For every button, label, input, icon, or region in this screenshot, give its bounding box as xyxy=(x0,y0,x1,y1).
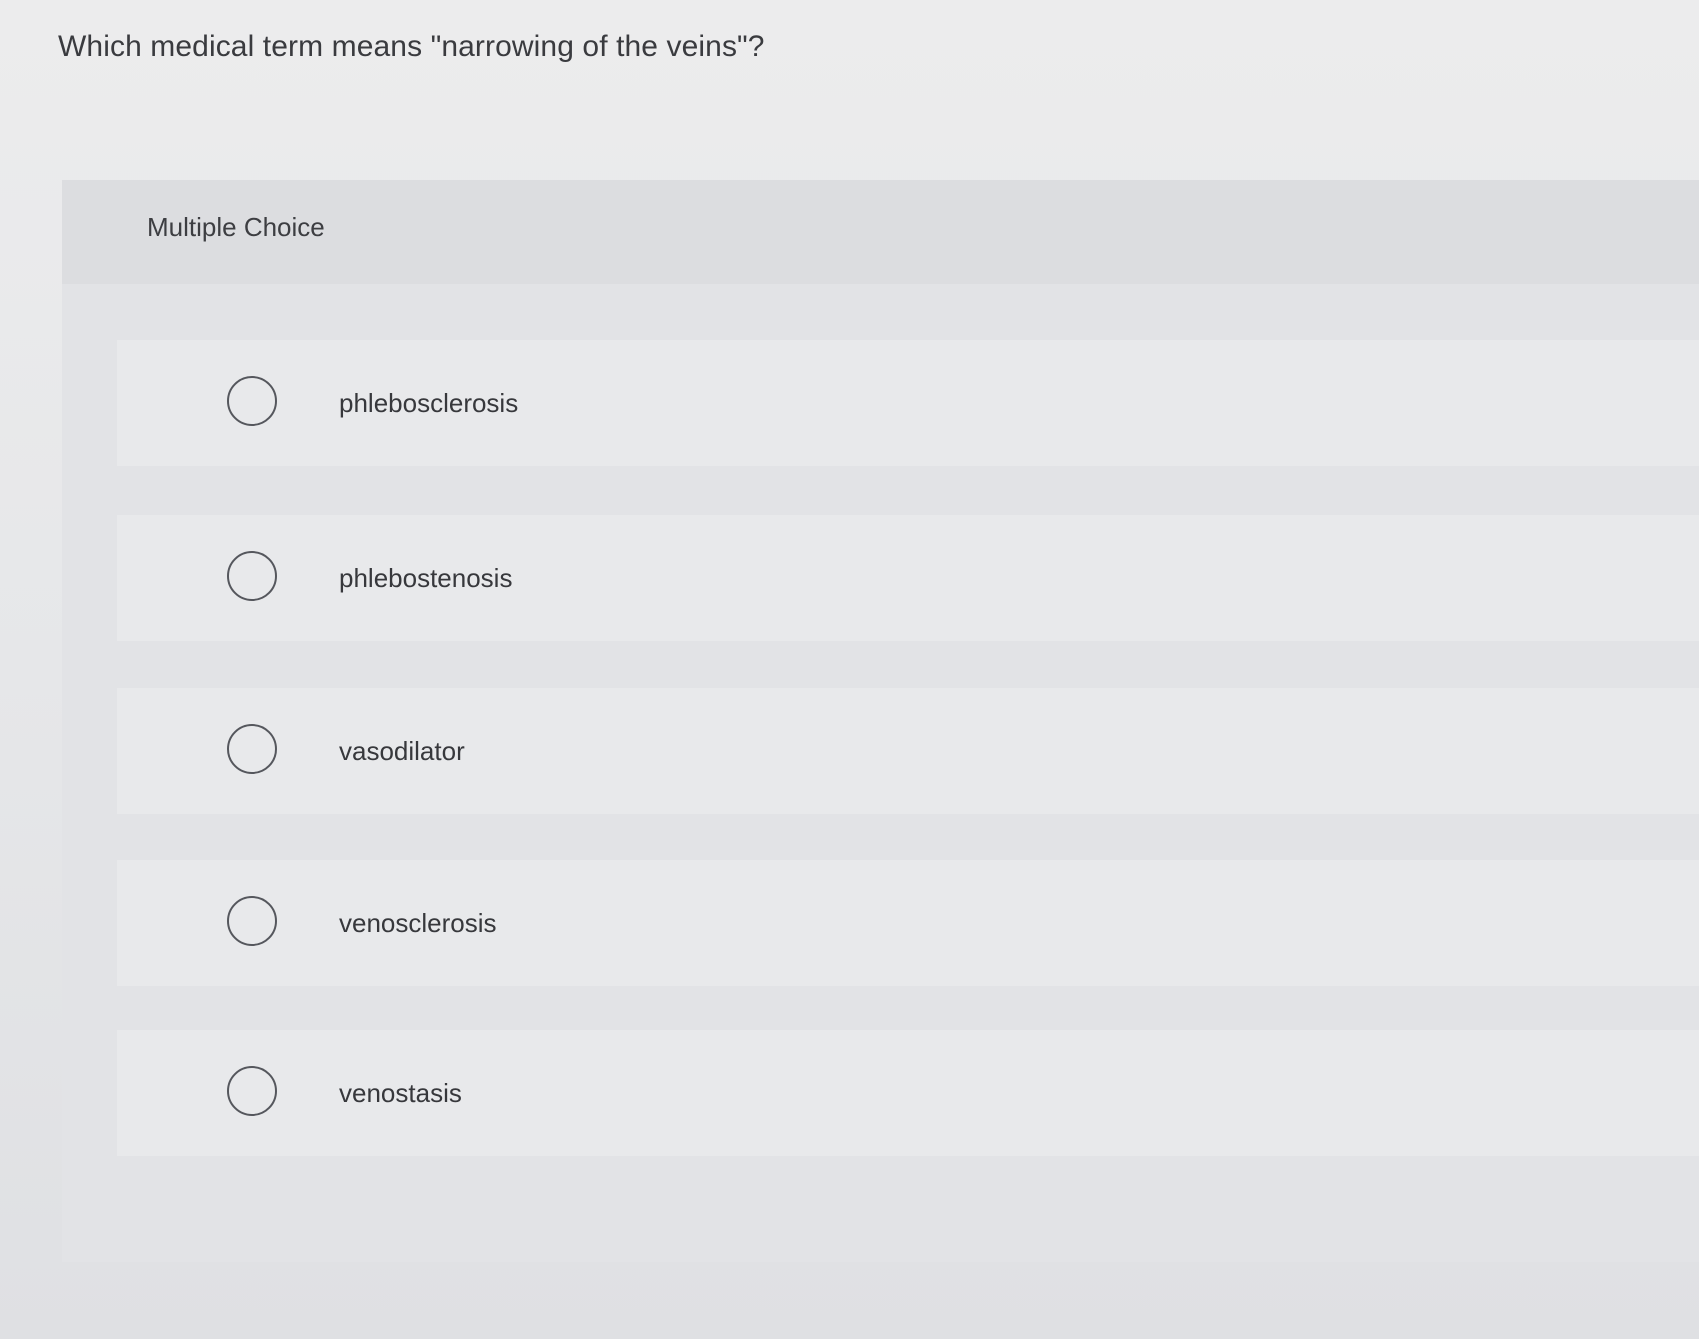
answer-option-venostasis[interactable]: venostasis xyxy=(117,1030,1699,1156)
card-header: Multiple Choice xyxy=(62,180,1699,284)
answer-option-vasodilator[interactable]: vasodilator xyxy=(117,688,1699,814)
answer-option-label: venostasis xyxy=(339,1078,462,1108)
radio-button-icon[interactable] xyxy=(227,376,277,426)
answer-option-label: phlebosclerosis xyxy=(339,388,519,418)
answer-option-label: vasodilator xyxy=(339,736,465,766)
question-type-label: Multiple Choice xyxy=(147,212,325,242)
radio-button-icon[interactable] xyxy=(227,896,277,946)
answer-option-venosclerosis[interactable]: venosclerosis xyxy=(117,860,1699,986)
answer-option-phlebostenosis[interactable]: phlebostenosis xyxy=(117,515,1699,641)
question-text: Which medical term means "narrowing of t… xyxy=(58,30,765,63)
answer-option-label: phlebostenosis xyxy=(339,563,513,593)
radio-button-icon[interactable] xyxy=(227,551,277,601)
radio-button-icon[interactable] xyxy=(227,1066,277,1116)
answer-option-phlebosclerosis[interactable]: phlebosclerosis xyxy=(117,340,1699,466)
answer-option-label: venosclerosis xyxy=(339,908,497,938)
multiple-choice-card: Multiple Choice phlebosclerosis phlebost… xyxy=(62,180,1699,1262)
radio-button-icon[interactable] xyxy=(227,724,277,774)
